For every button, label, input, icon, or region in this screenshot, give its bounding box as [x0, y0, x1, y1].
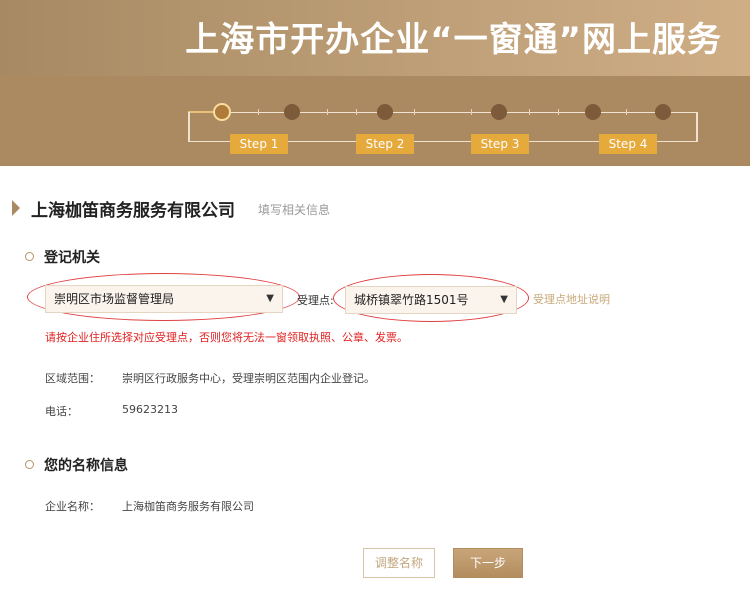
company-label: 企业名称： — [45, 500, 100, 513]
warning-text: 请按企业住所选择对应受理点，否则您将无法一窗领取执照、公章、发票。 — [45, 331, 408, 344]
point-address-link[interactable]: 受理点地址说明 — [533, 291, 610, 307]
authority-select[interactable]: 崇明区市场监督管理局 ▼ — [45, 285, 283, 313]
dropdown-arrow-icon: ▼ — [500, 294, 508, 305]
phone-label: 电话： — [45, 405, 78, 418]
step-node[interactable] — [377, 104, 393, 120]
step-node[interactable] — [655, 104, 671, 120]
step-label-3[interactable]: Step 3 — [471, 134, 529, 154]
step-label-4[interactable]: Step 4 — [599, 134, 657, 154]
progress-tick — [471, 109, 472, 115]
header-banner: 上海市开办企业“一窗通”网上服务 Step 1 Step 2 Step 3 St… — [0, 0, 750, 166]
next-step-button[interactable]: 下一步 — [453, 548, 523, 578]
point-select[interactable]: 城桥镇翠竹路1501号 ▼ — [345, 286, 517, 314]
progress-tick — [558, 109, 559, 115]
point-select-value: 城桥镇翠竹路1501号 — [354, 293, 469, 307]
progress-tick — [356, 109, 357, 115]
phone-value: 59623213 — [122, 403, 178, 416]
step-label-2[interactable]: Step 2 — [356, 134, 414, 154]
company-marker-icon — [12, 200, 20, 216]
progress-tick — [258, 109, 259, 115]
scope-label: 区域范围： — [45, 372, 100, 385]
point-label: 受理点: — [297, 294, 334, 307]
step-node-current[interactable] — [213, 103, 231, 121]
step-node[interactable] — [284, 104, 300, 120]
step-node[interactable] — [491, 104, 507, 120]
progress-track — [188, 112, 698, 113]
company-name-heading: 上海枷笛商务服务有限公司 — [31, 201, 235, 221]
progress-endcap-left — [188, 112, 190, 142]
progress-tick — [327, 109, 328, 115]
adjust-name-button[interactable]: 调整名称 — [363, 548, 435, 578]
progress-tick — [414, 109, 415, 115]
section-title-registration: 登记机关 — [44, 250, 100, 266]
dropdown-arrow-icon: ▼ — [266, 293, 274, 304]
step-node[interactable] — [585, 104, 601, 120]
progress-tick — [626, 109, 627, 115]
step-label-1[interactable]: Step 1 — [230, 134, 288, 154]
progress-endcap-right — [696, 112, 698, 142]
section-dot-icon — [25, 252, 34, 261]
section-title-name-info: 您的名称信息 — [44, 458, 128, 474]
authority-select-value: 崇明区市场监督管理局 — [54, 292, 175, 306]
header-title-bar: 上海市开办企业“一窗通”网上服务 — [0, 0, 750, 76]
progress-tick — [529, 109, 530, 115]
page-title: 上海市开办企业“一窗通”网上服务 — [185, 20, 722, 60]
company-value: 上海枷笛商务服务有限公司 — [122, 500, 254, 513]
company-hint: 填写相关信息 — [258, 203, 331, 217]
section-dot-icon — [25, 460, 34, 469]
scope-value: 崇明区行政服务中心，受理崇明区范围内企业登记。 — [122, 372, 375, 385]
